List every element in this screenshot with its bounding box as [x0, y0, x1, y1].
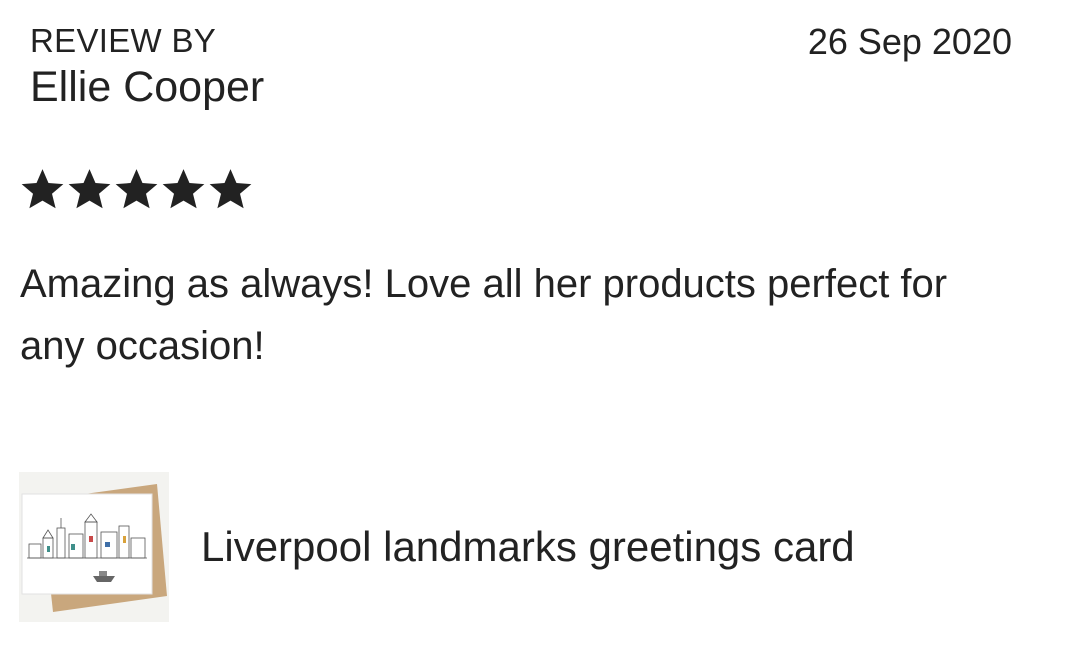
star-icon [162, 169, 205, 209]
review-by-label: REVIEW BY [30, 22, 217, 59]
product-link[interactable]: Liverpool landmarks greetings card [19, 472, 855, 622]
star-icon [68, 169, 111, 209]
star-icon [115, 169, 158, 209]
star-rating [19, 166, 254, 213]
reviewer-name[interactable]: Ellie Cooper [30, 63, 264, 111]
card-thumbnail[interactable] [19, 472, 169, 622]
star-icon [21, 169, 64, 209]
review-date: 26 Sep 2020 [807, 21, 1012, 62]
review-text: Amazing as always! Love all her products… [20, 262, 948, 368]
product-name[interactable]: Liverpool landmarks greetings card [201, 523, 855, 571]
star-icon [209, 169, 252, 209]
